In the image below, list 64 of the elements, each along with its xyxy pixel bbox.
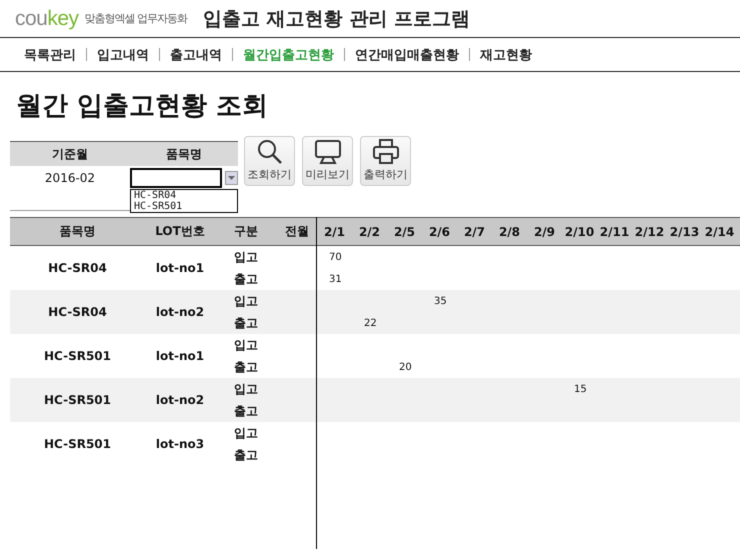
table-cell-text: HC-SR501 (42, 348, 112, 365)
page-title: 월간 입출고현황 조회 (16, 90, 270, 123)
column-header: 2/8 (498, 224, 522, 238)
table-cell-text: 입고 (233, 424, 259, 442)
column-header: 구분 (233, 223, 259, 240)
table-cell-text: HC-SR04 (47, 260, 108, 277)
column-header: 2/2 (358, 224, 382, 238)
column-header: 2/14 (704, 224, 736, 238)
print-button[interactable]: 출력하기 (360, 136, 411, 186)
dropdown-option[interactable]: HC-SR04 (131, 190, 237, 201)
table-cell-text: 입고 (233, 292, 259, 310)
table-cell-text: 입고 (233, 248, 259, 266)
column-header: 전월 (284, 223, 310, 240)
app-title: 입출고 재고현황 관리 프로그램 (203, 6, 470, 32)
table-cell-text: HC-SR501 (42, 392, 112, 409)
column-header: 2/9 (532, 224, 556, 238)
monitor-icon (314, 139, 342, 165)
table-cell-text: lot-no2 (154, 304, 206, 321)
column-header: 2/11 (598, 224, 630, 238)
table-cell-text: 출고 (233, 446, 259, 464)
search-button[interactable]: 조회하기 (244, 136, 295, 186)
table-cell-text: lot-no1 (154, 260, 206, 277)
table-cell-text: 출고 (233, 402, 259, 420)
table-cell-text: 70 (328, 252, 343, 262)
column-header: 2/13 (668, 224, 700, 238)
nav-tab[interactable]: 출고내역 (160, 46, 232, 64)
table-cell-text: 입고 (233, 380, 259, 398)
nav-tab[interactable]: 월간입출고현황 (233, 46, 344, 64)
preview-button[interactable]: 미리보기 (302, 136, 353, 186)
table-cell-text: 20 (398, 362, 413, 372)
table-cell-text: 15 (573, 384, 588, 394)
table-cell-text: 출고 (233, 358, 259, 376)
nav-tab[interactable]: 재고현황 (470, 46, 542, 64)
column-header: 기준월 (51, 146, 89, 162)
table-cell-text: lot-no1 (154, 348, 206, 365)
logo: coukey (15, 6, 79, 30)
table-cell-text: 22 (363, 318, 378, 328)
dropdown-option[interactable]: HC-SR501 (131, 201, 237, 212)
nav-tab[interactable]: 입고내역 (87, 46, 159, 64)
table-cell-text: 35 (433, 296, 448, 306)
column-header: 품목명 (165, 146, 203, 162)
item-field[interactable] (130, 168, 222, 188)
nav-tab[interactable]: 연간매입매출현황 (345, 46, 469, 64)
table-cell-text: HC-SR04 (47, 304, 108, 321)
month-value: 2016-02 (44, 171, 96, 185)
table-cell-text: 출고 (233, 270, 259, 288)
tagline: 맞춤형엑셀 업무자동화 (84, 11, 188, 26)
table-cell-text: 입고 (233, 336, 259, 354)
column-header: 2/6 (428, 224, 452, 238)
nav-tab[interactable]: 목록관리 (14, 46, 86, 64)
table-cell-text: 출고 (233, 314, 259, 332)
table-cell-text: HC-SR501 (42, 436, 112, 453)
column-header: 2/5 (392, 224, 416, 238)
column-header: 2/7 (462, 224, 486, 238)
column-header: LOT번호 (154, 223, 206, 240)
search-icon (256, 139, 282, 165)
column-header: 2/1 (322, 224, 346, 238)
column-header: 품목명 (58, 223, 96, 240)
table-cell-text: 31 (328, 274, 343, 284)
printer-icon (372, 139, 400, 165)
table-cell-text: lot-no2 (154, 392, 206, 409)
column-header: 2/12 (634, 224, 666, 238)
column-header: 2/10 (564, 224, 596, 238)
table-cell-text: lot-no3 (154, 436, 206, 453)
